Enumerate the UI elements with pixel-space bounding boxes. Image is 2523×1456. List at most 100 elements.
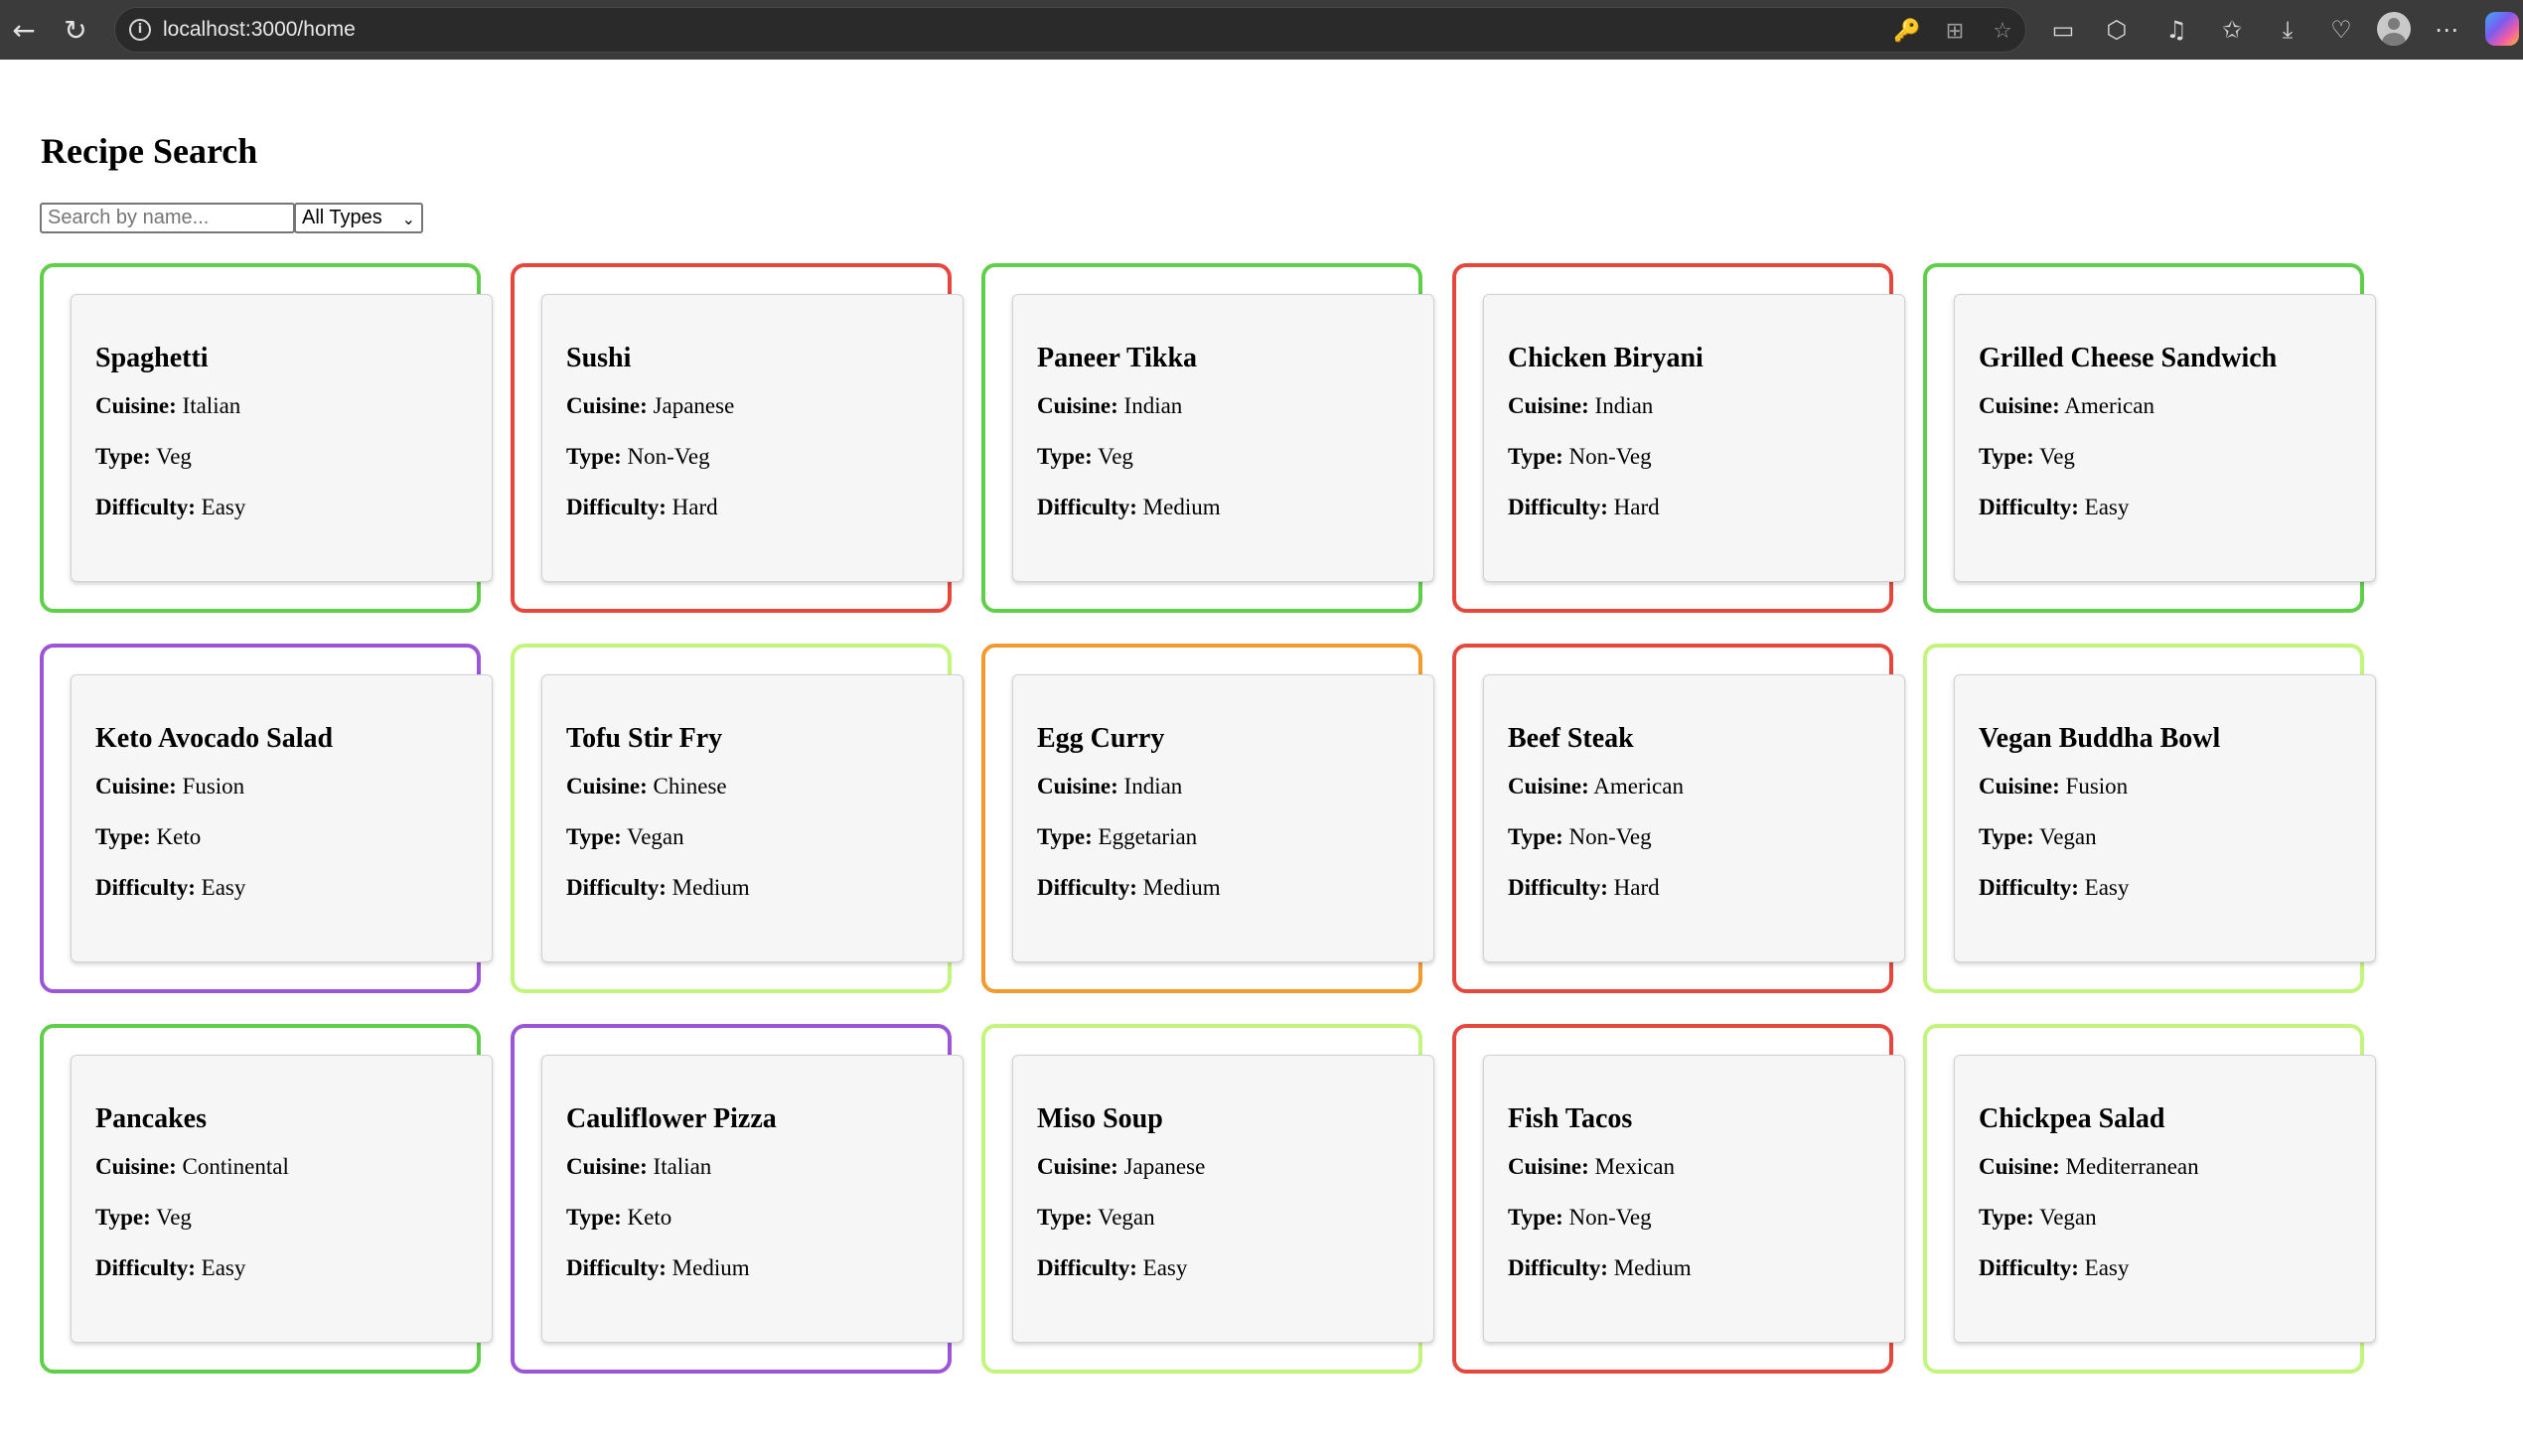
type-value: Veg: [2039, 444, 2075, 469]
difficulty-value: Medium: [671, 1255, 750, 1280]
more-menu-icon[interactable]: ⋯: [2426, 9, 2467, 51]
cuisine-label: Cuisine:: [566, 1154, 648, 1179]
type-value: Veg: [156, 444, 192, 469]
type-filter-select[interactable]: All Types ⌄: [294, 203, 423, 233]
type-value: Vegan: [2039, 824, 2097, 849]
recipe-cuisine: Cuisine: Chinese: [566, 775, 939, 799]
address-bar[interactable]: i localhost:3000/home 🔑 ⊞ ☆: [114, 7, 2026, 53]
difficulty-value: Medium: [671, 875, 750, 900]
recipe-difficulty: Difficulty: Hard: [566, 496, 939, 519]
recipe-card[interactable]: Egg Curry Cuisine: Indian Type: Eggetari…: [981, 644, 1434, 993]
copilot-icon[interactable]: [2485, 12, 2519, 46]
profile-avatar-icon[interactable]: [2377, 12, 2411, 46]
recipe-name: Miso Soup: [1037, 1103, 1163, 1134]
site-info-icon[interactable]: i: [129, 19, 151, 41]
split-screen-icon[interactable]: ▭: [2042, 9, 2084, 51]
recipe-card-body: Paneer Tikka Cuisine: Indian Type: Veg D…: [1012, 294, 1434, 582]
difficulty-value: Hard: [1613, 875, 1660, 900]
recipe-difficulty: Difficulty: Medium: [1037, 496, 1410, 519]
recipe-name: Tofu Stir Fry: [566, 723, 723, 754]
type-label: Type:: [1037, 824, 1093, 849]
recipe-cuisine: Cuisine: Continental: [95, 1155, 468, 1179]
downloads-icon[interactable]: ⤓: [2267, 9, 2308, 51]
recipe-card[interactable]: Chicken Biryani Cuisine: Indian Type: No…: [1452, 263, 1905, 613]
difficulty-label: Difficulty:: [1979, 1255, 2079, 1280]
cuisine-value: Japanese: [653, 393, 735, 418]
recipe-type: Type: Vegan: [566, 825, 939, 849]
recipe-card[interactable]: Sushi Cuisine: Japanese Type: Non-Veg Di…: [511, 263, 964, 613]
cuisine-value: Mediterranean: [2065, 1154, 2199, 1179]
recipe-card[interactable]: Chickpea Salad Cuisine: Mediterranean Ty…: [1923, 1024, 2376, 1374]
recipe-type: Type: Veg: [95, 1206, 468, 1230]
recipe-card-body: Spaghetti Cuisine: Italian Type: Veg Dif…: [71, 294, 493, 582]
recipe-card[interactable]: Paneer Tikka Cuisine: Indian Type: Veg D…: [981, 263, 1434, 613]
media-icon[interactable]: ♫: [2155, 9, 2197, 51]
recipe-card[interactable]: Keto Avocado Salad Cuisine: Fusion Type:…: [40, 644, 493, 993]
recipe-card-body: Keto Avocado Salad Cuisine: Fusion Type:…: [71, 674, 493, 962]
type-label: Type:: [95, 824, 151, 849]
recipe-card-body: Sushi Cuisine: Japanese Type: Non-Veg Di…: [541, 294, 964, 582]
recipe-type: Type: Non-Veg: [1508, 1206, 1880, 1230]
cuisine-value: Continental: [182, 1154, 289, 1179]
recipe-type: Type: Veg: [1979, 445, 2351, 469]
difficulty-label: Difficulty:: [1037, 1255, 1137, 1280]
difficulty-value: Hard: [1613, 495, 1660, 519]
extensions-icon[interactable]: ⬡: [2096, 9, 2138, 51]
address-url[interactable]: localhost:3000/home: [163, 18, 356, 42]
type-label: Type:: [566, 1205, 622, 1230]
recipe-name: Spaghetti: [95, 343, 209, 373]
difficulty-value: Easy: [2084, 1255, 2130, 1280]
browser-essentials-icon[interactable]: ♡: [2320, 9, 2362, 51]
browser-toolbar: ← ↻ i localhost:3000/home 🔑 ⊞ ☆ ▭ ⬡ ♫ ✩ …: [0, 0, 2523, 60]
difficulty-value: Easy: [201, 875, 246, 900]
recipe-card[interactable]: Tofu Stir Fry Cuisine: Chinese Type: Veg…: [511, 644, 964, 993]
cuisine-value: Fusion: [2065, 774, 2129, 799]
chevron-down-icon: ⌄: [401, 210, 415, 228]
recipe-name: Chickpea Salad: [1979, 1103, 2165, 1134]
type-label: Type:: [95, 444, 151, 469]
type-label: Type:: [1508, 444, 1563, 469]
difficulty-label: Difficulty:: [1979, 495, 2079, 519]
cuisine-label: Cuisine:: [95, 1154, 177, 1179]
type-label: Type:: [95, 1205, 151, 1230]
password-key-icon[interactable]: 🔑: [1893, 17, 1921, 45]
search-input[interactable]: [40, 203, 295, 233]
recipe-difficulty: Difficulty: Hard: [1508, 876, 1880, 900]
recipe-card-body: Fish Tacos Cuisine: Mexican Type: Non-Ve…: [1483, 1055, 1905, 1343]
recipe-card[interactable]: Grilled Cheese Sandwich Cuisine: America…: [1923, 263, 2376, 613]
difficulty-value: Easy: [201, 1255, 246, 1280]
app-install-icon[interactable]: ⊞: [1941, 17, 1969, 45]
reload-icon[interactable]: ↻: [54, 8, 97, 52]
favorite-star-icon[interactable]: ☆: [1989, 17, 2016, 45]
recipe-card[interactable]: Beef Steak Cuisine: American Type: Non-V…: [1452, 644, 1905, 993]
recipe-type: Type: Vegan: [1979, 825, 2351, 849]
recipe-cuisine: Cuisine: Fusion: [1979, 775, 2351, 799]
recipe-card-body: Cauliflower Pizza Cuisine: Italian Type:…: [541, 1055, 964, 1343]
difficulty-value: Medium: [1613, 1255, 1692, 1280]
recipe-name: Fish Tacos: [1508, 1103, 1633, 1134]
recipe-card[interactable]: Cauliflower Pizza Cuisine: Italian Type:…: [511, 1024, 964, 1374]
recipe-cuisine: Cuisine: Indian: [1037, 394, 1410, 418]
recipe-card[interactable]: Vegan Buddha Bowl Cuisine: Fusion Type: …: [1923, 644, 2376, 993]
cuisine-value: Fusion: [182, 774, 245, 799]
favorites-icon[interactable]: ✩: [2211, 9, 2253, 51]
recipe-card-body: Pancakes Cuisine: Continental Type: Veg …: [71, 1055, 493, 1343]
type-value: Eggetarian: [1098, 824, 1198, 849]
recipe-card[interactable]: Fish Tacos Cuisine: Mexican Type: Non-Ve…: [1452, 1024, 1905, 1374]
recipe-card[interactable]: Spaghetti Cuisine: Italian Type: Veg Dif…: [40, 263, 493, 613]
difficulty-value: Easy: [201, 495, 246, 519]
type-value: Non-Veg: [1568, 444, 1652, 469]
recipe-difficulty: Difficulty: Medium: [566, 876, 939, 900]
cuisine-label: Cuisine:: [1508, 774, 1589, 799]
difficulty-label: Difficulty:: [95, 875, 196, 900]
type-label: Type:: [1979, 824, 2034, 849]
type-label: Type:: [1979, 1205, 2034, 1230]
recipe-card[interactable]: Miso Soup Cuisine: Japanese Type: Vegan …: [981, 1024, 1434, 1374]
difficulty-value: Medium: [1142, 875, 1221, 900]
difficulty-label: Difficulty:: [1037, 875, 1137, 900]
recipe-card[interactable]: Pancakes Cuisine: Continental Type: Veg …: [40, 1024, 493, 1374]
recipe-difficulty: Difficulty: Easy: [95, 496, 468, 519]
cuisine-label: Cuisine:: [566, 393, 648, 418]
recipe-name: Egg Curry: [1037, 723, 1165, 754]
back-icon[interactable]: ←: [2, 8, 46, 52]
